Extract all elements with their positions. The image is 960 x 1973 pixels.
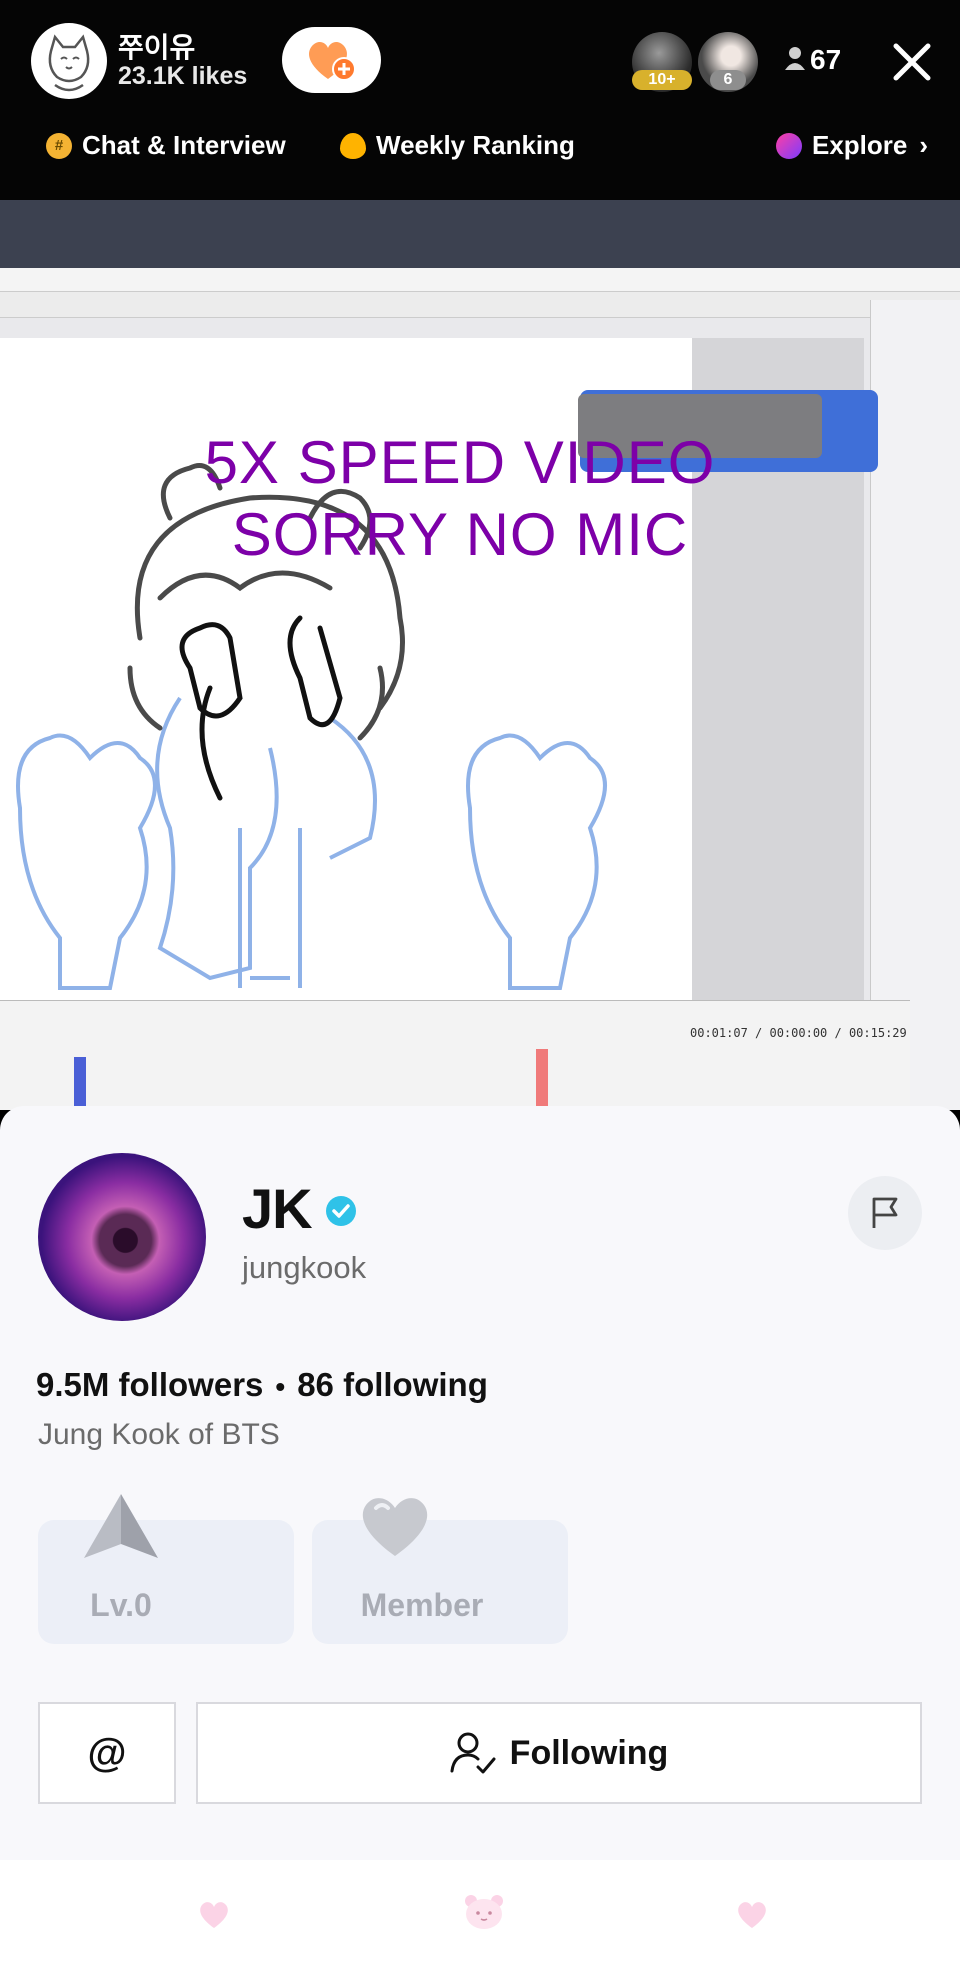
report-button[interactable] <box>848 1176 922 1250</box>
timeline-start-marker <box>74 1057 86 1110</box>
timeline-playhead <box>536 1049 548 1110</box>
chat-interview-chip[interactable]: # Chat & Interview <box>46 130 286 161</box>
host-name: 쭈이유 <box>118 32 196 63</box>
profile-avatar[interactable] <box>38 1153 206 1321</box>
person-icon <box>785 47 805 70</box>
user-check-icon <box>450 1732 496 1774</box>
verified-badge-icon <box>326 1196 356 1226</box>
viewer-count[interactable]: 67 <box>784 44 841 76</box>
profile-name: JK <box>242 1177 313 1240</box>
animation-timeline <box>0 1000 910 1110</box>
pink-heart-icon <box>200 1902 228 1928</box>
like-host-button[interactable] <box>282 27 381 93</box>
stream-window-titlebar <box>0 200 960 268</box>
chip-label: Weekly Ranking <box>376 130 575 160</box>
timeline-timecode: 00:01:07 / 00:00:00 / 00:15:29 <box>690 1026 907 1040</box>
flame-icon <box>340 132 366 159</box>
heart-badge-icon <box>362 1498 428 1556</box>
stream-app-toolbar <box>0 292 960 318</box>
stats-separator: • <box>275 1371 286 1402</box>
profile-bio: Jung Kook of BTS <box>38 1418 280 1451</box>
hashtag-icon: # <box>46 132 72 159</box>
host-likes: 23.1K likes <box>118 62 248 90</box>
level-badge-card[interactable]: Lv.0 <box>38 1520 294 1644</box>
stream-overlay-subtitle: SORRY NO MIC <box>231 501 689 568</box>
following-count[interactable]: 86 following <box>297 1366 488 1403</box>
following-button[interactable]: Following <box>196 1702 922 1804</box>
weekly-ranking-chip[interactable]: Weekly Ranking <box>340 130 575 161</box>
close-icon <box>893 43 931 81</box>
cat-avatar-icon <box>48 34 90 92</box>
heart-plus-icon <box>309 41 356 81</box>
member-badge-card[interactable]: Member <box>312 1520 568 1644</box>
layer-panel <box>870 300 960 1110</box>
chip-label: Explore <box>812 130 908 160</box>
planet-icon <box>776 132 802 159</box>
pink-heart-icon <box>738 1902 766 1928</box>
bottom-decoration-bar <box>0 1860 960 1973</box>
viewer-rank-badge: 6 <box>710 70 746 90</box>
viewer-rank-badge: 10+ <box>632 70 692 90</box>
viewer-count-value: 67 <box>810 44 842 75</box>
bear-face-icon <box>465 1895 503 1929</box>
mention-button[interactable]: @ <box>38 1702 176 1804</box>
explore-chip[interactable]: Explore › <box>776 130 928 161</box>
flag-icon <box>872 1197 898 1228</box>
follow-stats: 9.5M followers • 86 following <box>36 1366 488 1404</box>
level-label: Lv.0 <box>90 1587 152 1623</box>
profile-handle: jungkook <box>242 1250 367 1285</box>
chip-label: Chat & Interview <box>82 130 286 160</box>
live-stream-video[interactable]: 00:01:07 / 00:00:00 / 00:15:29 5X SPEED … <box>0 200 960 1110</box>
paper-plane-icon <box>84 1494 158 1558</box>
followers-count[interactable]: 9.5M followers <box>36 1366 263 1403</box>
close-button[interactable] <box>888 38 936 86</box>
following-label: Following <box>509 1733 669 1772</box>
stream-overlay-title: 5X SPEED VIDEO <box>204 429 716 496</box>
live-header: 쭈이유 23.1K likes 10+ 6 67 # Chat & Interv… <box>0 0 960 200</box>
chevron-right-icon: › <box>919 130 929 160</box>
host-avatar[interactable] <box>31 23 107 99</box>
stream-app-menubar <box>0 268 960 292</box>
member-label: Member <box>360 1587 484 1623</box>
